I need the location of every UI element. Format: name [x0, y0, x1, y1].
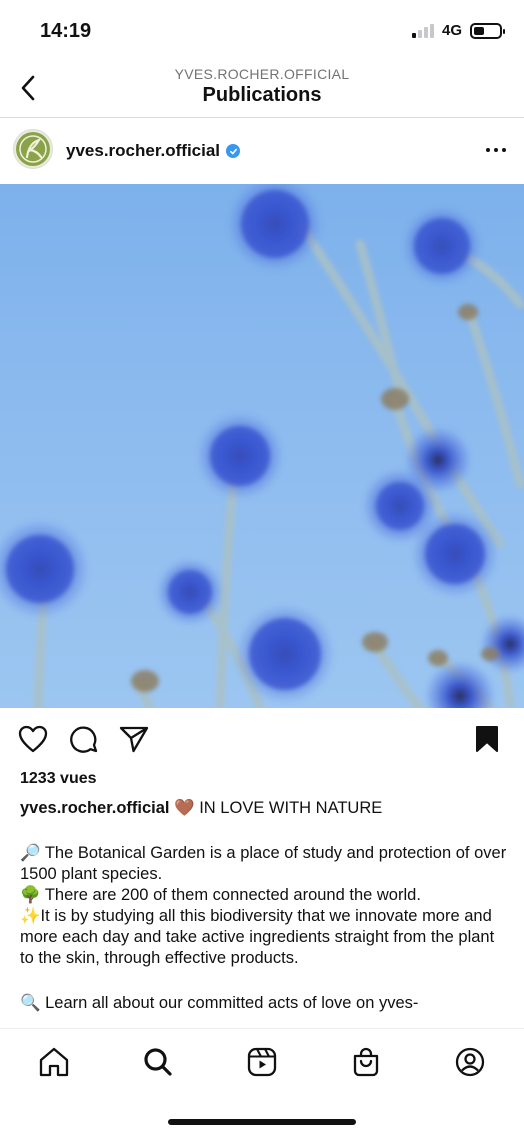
shop-icon: [353, 1047, 379, 1077]
tab-shop[interactable]: [349, 1045, 383, 1079]
status-bar: 14:19 4G: [0, 0, 524, 62]
avatar[interactable]: [13, 129, 53, 169]
post-image: [0, 184, 524, 708]
more-options-button[interactable]: [486, 148, 506, 152]
signal-icon: [411, 23, 434, 38]
post-username[interactable]: yves.rocher.official: [66, 141, 241, 161]
bookmark-icon: [476, 726, 498, 752]
verified-badge-icon: [226, 144, 241, 158]
post-actions: [0, 720, 524, 760]
profile-icon: [455, 1047, 485, 1077]
send-icon: [119, 726, 149, 753]
share-button[interactable]: [119, 724, 149, 754]
username-text: yves.rocher.official: [66, 141, 221, 160]
brand-logo-icon: [16, 132, 50, 166]
save-button[interactable]: [472, 724, 502, 754]
comment-button[interactable]: [69, 724, 99, 754]
tab-search[interactable]: [141, 1045, 175, 1079]
post-header: yves.rocher.official: [0, 118, 524, 184]
comment-icon: [70, 726, 98, 753]
bottom-tab-bar: [0, 1028, 524, 1134]
status-indicators: 4G: [411, 22, 505, 39]
reels-icon: [247, 1047, 277, 1077]
tab-reels[interactable]: [245, 1045, 279, 1079]
caption-line: 🌳 There are 200 of them connected around…: [20, 886, 421, 904]
network-type: 4G: [441, 22, 462, 39]
more-horizontal-icon: [486, 148, 490, 152]
nav-header: YVES.ROCHER.OFFICIAL Publications: [0, 62, 524, 118]
battery-icon: [470, 22, 505, 39]
tab-home[interactable]: [37, 1045, 71, 1079]
like-button[interactable]: [18, 724, 48, 754]
page-title: Publications: [202, 84, 322, 106]
post-caption: yves.rocher.official 🤎 IN LOVE WITH NATU…: [20, 798, 508, 1028]
tab-profile[interactable]: [453, 1045, 487, 1079]
caption-username[interactable]: yves.rocher.official: [20, 799, 170, 817]
home-indicator: [168, 1119, 356, 1125]
caption-line: ✨It is by studying all this biodiversity…: [20, 907, 495, 967]
caption-line: 🔎 The Botanical Garden is a place of stu…: [20, 844, 507, 883]
post-media[interactable]: [0, 184, 524, 708]
nav-subtitle: YVES.ROCHER.OFFICIAL: [174, 66, 350, 82]
heart-icon: [18, 725, 48, 753]
status-time: 14:19: [40, 20, 92, 42]
search-icon: [144, 1048, 172, 1076]
caption-line-more: 🔍 Learn all about our committed acts of …: [20, 994, 419, 1012]
caption-title: 🤎 IN LOVE WITH NATURE: [174, 799, 383, 817]
home-icon: [39, 1047, 69, 1077]
view-count: 1233 vues: [20, 770, 97, 787]
